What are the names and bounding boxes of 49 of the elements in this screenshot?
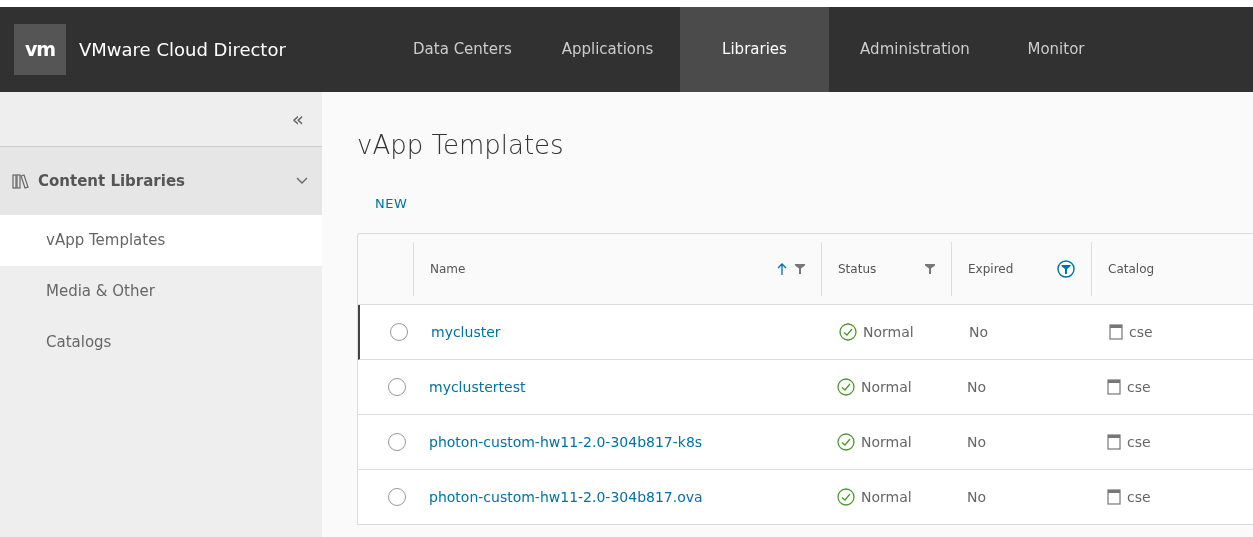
row-radio[interactable] bbox=[390, 323, 408, 342]
expired-cell-text: No bbox=[966, 377, 988, 397]
nav-tab[interactable]: Data Centers bbox=[390, 7, 535, 92]
catalog-icon bbox=[1107, 434, 1121, 451]
library-icon bbox=[12, 172, 30, 190]
column-header[interactable]: Status bbox=[838, 260, 877, 279]
nav-tab[interactable]: Administration bbox=[829, 7, 1001, 92]
column-header[interactable]: Catalog bbox=[1108, 260, 1155, 279]
product-name: VMware Cloud Director bbox=[79, 38, 286, 62]
sidebar-item[interactable]: Media & Other bbox=[0, 266, 322, 317]
expired-cell-text: No bbox=[966, 487, 988, 507]
row-radio[interactable] bbox=[388, 488, 406, 507]
status-text: Normal bbox=[861, 377, 912, 397]
sidebar-item[interactable]: Catalogs bbox=[0, 317, 322, 368]
catalog-name: cse bbox=[1127, 432, 1151, 452]
sidebar-item[interactable]: vApp Templates bbox=[0, 215, 322, 266]
catalog-name: cse bbox=[1127, 487, 1151, 507]
nav-tab[interactable]: Applications bbox=[535, 7, 680, 92]
new-button[interactable]: NEW bbox=[375, 194, 408, 214]
group-label: Content Libraries bbox=[38, 170, 185, 192]
page-title: vApp Templates bbox=[357, 130, 565, 162]
template-link[interactable]: mycluster bbox=[431, 321, 501, 343]
column-header[interactable]: Name bbox=[430, 260, 466, 279]
catalog-icon bbox=[1109, 324, 1123, 341]
status-text: Normal bbox=[861, 432, 912, 452]
chevron-icon bbox=[296, 177, 308, 185]
expired-cell-text: No bbox=[968, 322, 990, 342]
catalog-name: cse bbox=[1127, 377, 1151, 397]
nav-tab[interactable]: Monitor bbox=[1001, 7, 1111, 92]
expired-cell-text: No bbox=[966, 432, 988, 452]
check-circle-icon bbox=[837, 433, 855, 452]
check-circle-icon bbox=[837, 488, 855, 507]
template-link[interactable]: photon-custom-hw11-2.0-304b817-k8s bbox=[429, 431, 703, 453]
template-link[interactable]: myclustertest bbox=[429, 376, 526, 398]
nav-tab[interactable]: Libraries bbox=[680, 7, 829, 92]
product-logo[interactable]: vm bbox=[14, 24, 66, 75]
collapse-button[interactable]: « bbox=[291, 109, 304, 129]
catalog-icon bbox=[1107, 379, 1121, 396]
column-header[interactable]: Expired bbox=[968, 260, 1014, 279]
check-circle-icon bbox=[839, 323, 857, 342]
row-radio[interactable] bbox=[388, 378, 406, 397]
status-text: Normal bbox=[861, 487, 912, 507]
template-link[interactable]: photon-custom-hw11-2.0-304b817.ova bbox=[429, 486, 703, 508]
catalog-name: cse bbox=[1129, 322, 1153, 342]
check-circle-icon bbox=[837, 378, 855, 397]
catalog-icon bbox=[1107, 489, 1121, 506]
status-text: Normal bbox=[863, 322, 914, 342]
sidebar-group[interactable]: Content Libraries bbox=[0, 147, 322, 215]
row-radio[interactable] bbox=[388, 433, 406, 452]
